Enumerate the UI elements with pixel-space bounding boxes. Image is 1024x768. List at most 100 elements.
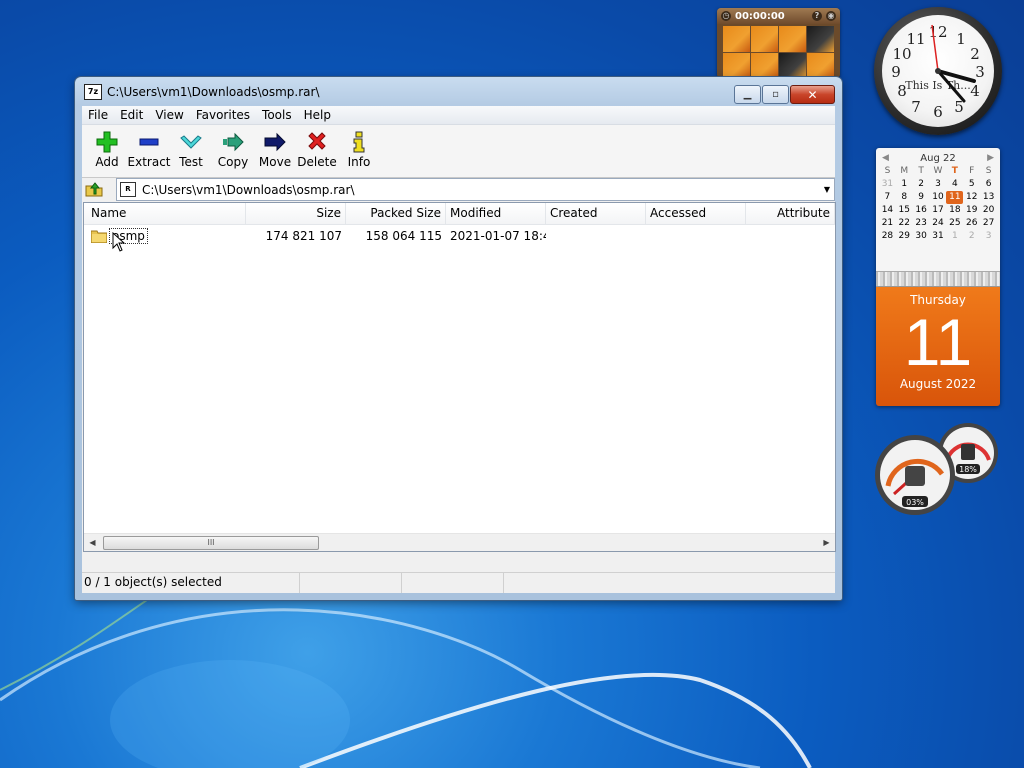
puzzle-tile[interactable] — [723, 52, 750, 78]
scroll-left-arrow[interactable]: ◀ — [84, 534, 101, 551]
picture-puzzle-gadget[interactable]: ◷ 00:00:00 ? ◉ — [717, 8, 840, 78]
app-icon[interactable]: 7z — [84, 84, 102, 100]
puzzle-tile[interactable] — [751, 26, 778, 52]
test-button[interactable]: Test — [170, 125, 212, 169]
menu-file[interactable]: File — [82, 108, 114, 122]
menu-favorites[interactable]: Favorites — [190, 108, 256, 122]
address-field[interactable]: R C:\Users\vm1\Downloads\osmp.rar\ ▼ — [116, 178, 835, 201]
calendar-day[interactable]: 18 — [946, 204, 963, 217]
calendar-day[interactable]: 16 — [913, 204, 930, 217]
extract-button[interactable]: Extract — [128, 125, 171, 169]
calendar-day[interactable]: 26 — [963, 217, 980, 230]
puzzle-tile[interactable] — [723, 26, 750, 52]
calendar-day[interactable]: 25 — [946, 217, 963, 230]
next-month-arrow[interactable]: ▶ — [987, 153, 994, 163]
calendar-day[interactable]: 19 — [963, 204, 980, 217]
calendar-day[interactable]: 12 — [963, 191, 980, 204]
calendar-day[interactable]: 23 — [913, 217, 930, 230]
column-attributes[interactable]: Attribute — [746, 203, 835, 224]
calendar-day[interactable]: 28 — [879, 230, 896, 243]
add-button[interactable]: Add — [86, 125, 128, 169]
calendar-day[interactable]: 6 — [980, 178, 997, 191]
calendar-day[interactable]: 9 — [913, 191, 930, 204]
title-bar[interactable]: 7z C:\Users\vm1\Downloads\osmp.rar\ ▁ ▫ … — [75, 77, 842, 107]
file-manager-window[interactable]: 7z C:\Users\vm1\Downloads\osmp.rar\ ▁ ▫ … — [75, 77, 842, 600]
column-name[interactable]: Name — [84, 203, 246, 224]
calendar-day[interactable]: 21 — [879, 217, 896, 230]
copy-label: Copy — [217, 155, 249, 169]
calendar-day[interactable]: 29 — [896, 230, 913, 243]
table-row[interactable]: osmp 174 821 107 158 064 115 2021-01-07 … — [84, 225, 835, 246]
calendar-day[interactable]: 1 — [946, 230, 963, 243]
cpu-meter-gadget[interactable]: 03% — [874, 434, 956, 516]
calendar-day[interactable]: 13 — [980, 191, 997, 204]
calendar-day[interactable]: 30 — [913, 230, 930, 243]
puzzle-timer: 00:00:00 — [735, 10, 785, 22]
file-packed-size: 158 064 115 — [365, 228, 442, 243]
scroll-thumb[interactable]: III — [103, 536, 319, 550]
calendar-day[interactable]: 4 — [946, 178, 963, 191]
column-modified[interactable]: Modified — [446, 203, 546, 224]
help-icon[interactable]: ? — [812, 11, 822, 21]
calendar-day[interactable]: 31 — [930, 230, 947, 243]
clock-gadget[interactable]: 12 1 2 345 678 9 10 11 This Is Th... — [874, 7, 1002, 135]
timer-icon: ◷ — [721, 11, 731, 21]
weekday-header: S — [884, 166, 891, 176]
calendar-day[interactable]: 2 — [963, 230, 980, 243]
puzzle-tile[interactable] — [807, 26, 834, 52]
chevron-down-icon[interactable]: ▼ — [820, 185, 834, 194]
menu-edit[interactable]: Edit — [114, 108, 149, 122]
calendar-day[interactable]: 1 — [896, 178, 913, 191]
move-label: Move — [258, 155, 292, 169]
column-packed-size[interactable]: Packed Size — [346, 203, 446, 224]
scroll-right-arrow[interactable]: ▶ — [818, 534, 835, 551]
puzzle-tile[interactable] — [779, 26, 806, 52]
calendar-grid[interactable]: S M T W T F S 31 1 2 3 4 5 6 7 8 9 10 11… — [876, 165, 1000, 243]
calendar-day[interactable]: 24 — [930, 217, 947, 230]
memory-percent: 18% — [959, 465, 977, 474]
calendar-day[interactable]: 3 — [930, 178, 947, 191]
maximize-button[interactable]: ▫ — [762, 85, 789, 104]
file-list[interactable]: Name Size Packed Size Modified Created A… — [83, 202, 836, 552]
column-size[interactable]: Size — [246, 203, 346, 224]
mouse-pointer-icon — [112, 232, 126, 252]
calendar-gadget[interactable]: ◀ Aug 22 ▶ S M T W T F S 31 1 2 3 4 5 6 … — [876, 148, 1000, 406]
calendar-day[interactable]: 31 — [879, 178, 896, 191]
calendar-day[interactable]: 7 — [879, 191, 896, 204]
menu-tools[interactable]: Tools — [256, 108, 298, 122]
clock-dial: 12 12 345 678 91011 This Is Th... — [891, 23, 985, 121]
copy-button[interactable]: Copy — [212, 125, 254, 169]
calendar-day[interactable]: 20 — [980, 204, 997, 217]
menu-view[interactable]: View — [149, 108, 189, 122]
puzzle-tile[interactable] — [779, 52, 806, 78]
minimize-button[interactable]: ▁ — [734, 85, 761, 104]
calendar-day-today[interactable]: 11 — [946, 191, 964, 204]
horizontal-scrollbar[interactable]: ◀ III ▶ — [84, 533, 835, 551]
delete-x-icon — [305, 131, 329, 153]
info-button[interactable]: Info — [338, 125, 380, 169]
delete-button[interactable]: Delete — [296, 125, 338, 169]
calendar-day[interactable]: 14 — [879, 204, 896, 217]
move-button[interactable]: Move — [254, 125, 296, 169]
calendar-day[interactable]: 17 — [930, 204, 947, 217]
calendar-day[interactable]: 15 — [896, 204, 913, 217]
calendar-day-page[interactable]: Thursday 11 August 2022 — [876, 287, 1000, 406]
calendar-day[interactable]: 5 — [963, 178, 980, 191]
puzzle-tile[interactable] — [751, 52, 778, 78]
column-accessed[interactable]: Accessed — [646, 203, 746, 224]
puzzle-tile[interactable] — [807, 52, 834, 78]
column-created[interactable]: Created — [546, 203, 646, 224]
calendar-day[interactable]: 8 — [896, 191, 913, 204]
calendar-day[interactable]: 22 — [896, 217, 913, 230]
up-folder-button[interactable] — [82, 178, 106, 200]
svg-text:6: 6 — [933, 103, 943, 121]
calendar-day[interactable]: 2 — [913, 178, 930, 191]
shuffle-icon[interactable]: ◉ — [826, 11, 836, 21]
menu-help[interactable]: Help — [298, 108, 337, 122]
prev-month-arrow[interactable]: ◀ — [882, 153, 889, 163]
puzzle-grid[interactable] — [717, 24, 840, 78]
calendar-day[interactable]: 3 — [980, 230, 997, 243]
calendar-day[interactable]: 27 — [980, 217, 997, 230]
close-button[interactable]: ✕ — [790, 85, 835, 104]
calendar-day[interactable]: 10 — [930, 191, 947, 204]
